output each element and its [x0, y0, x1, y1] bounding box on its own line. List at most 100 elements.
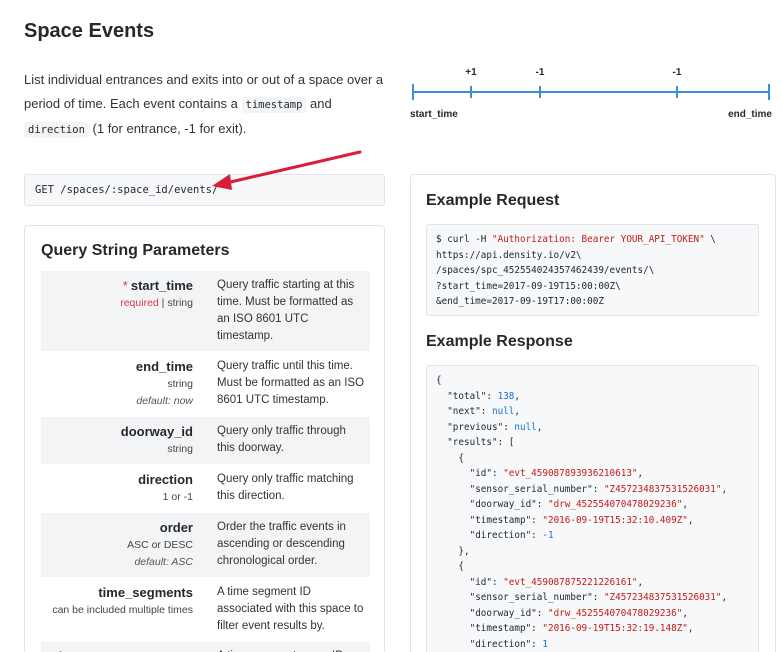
- param-info: time_segment_groups: [41, 642, 209, 652]
- param-name-text: start_time: [130, 278, 193, 293]
- json-key: "doorway_id": [469, 499, 537, 510]
- timeline-start-tick: [412, 84, 414, 100]
- json-key: "previous": [447, 421, 504, 433]
- json-null: null: [492, 406, 515, 417]
- param-info: * start_time required | string: [41, 271, 209, 351]
- timeline-end-label: end_time: [728, 109, 772, 120]
- param-type: string: [167, 297, 193, 309]
- annotation-arrow: [212, 150, 362, 190]
- param-name: doorway_id: [120, 424, 193, 439]
- query-params-card: Query String Parameters * start_time requ…: [24, 225, 385, 652]
- param-row-start-time: * start_time required | string Query traf…: [41, 271, 370, 352]
- param-description: Query only traffic matching this directi…: [217, 473, 354, 502]
- param-info: doorway_id string: [41, 417, 209, 464]
- json-key: "results": [447, 437, 498, 448]
- query-params-title: Query String Parameters: [41, 242, 230, 259]
- param-description: Order the traffic events in ascending or…: [217, 521, 346, 567]
- example-request-code: $ curl -H "Authorization: Bearer YOUR_AP…: [426, 224, 759, 316]
- json-null: null: [514, 421, 537, 433]
- page-title: Space Events: [24, 20, 155, 42]
- json-key: "sensor_serial_number": [469, 592, 593, 603]
- timeline-event-label: +1: [465, 67, 477, 78]
- intro-paragraph: List individual entrances and exits into…: [24, 68, 384, 142]
- param-required-label: required: [120, 297, 159, 309]
- code-line: &end_time=2017-09-19T17:00:00Z: [436, 296, 604, 307]
- param-info: time_segments can be included multiple t…: [41, 578, 209, 641]
- json-key: "doorway_id": [469, 607, 537, 619]
- json-number: 1: [542, 638, 548, 650]
- example-response-code: { "total": 138, "next": null, "previous"…: [426, 365, 759, 652]
- timeline-event-label: -1: [672, 67, 682, 78]
- json-number: 138: [497, 390, 515, 402]
- param-name: time_segment_groups: [49, 648, 193, 652]
- code-line: \: [704, 234, 716, 245]
- json-string: "Z457234837531526031": [603, 483, 722, 495]
- timeline-event-tick: [539, 86, 541, 98]
- param-description: Query traffic starting at this time. Mus…: [217, 279, 355, 342]
- param-name: order: [159, 520, 193, 535]
- param-description: A time segment ID associated with this s…: [217, 586, 364, 632]
- timeline-event-tick: [676, 86, 678, 98]
- json-number: -1: [542, 530, 554, 541]
- param-row-doorway-id: doorway_id string Query only traffic thr…: [41, 417, 370, 465]
- example-response-title: Example Response: [426, 333, 573, 350]
- intro-text-2: and: [306, 96, 332, 111]
- timeline-event-tick: [470, 86, 472, 98]
- json-key: "total": [447, 390, 487, 402]
- json-key: "timestamp": [469, 623, 532, 634]
- timeline-axis: [412, 91, 770, 93]
- code-string: "Authorization: Bearer YOUR_API_TOKEN": [491, 234, 705, 245]
- json-string: "evt_459087875221226161": [503, 576, 638, 588]
- param-name: * start_time: [49, 277, 193, 295]
- json-string: "Z457234837531526031": [603, 592, 722, 603]
- param-description: Query only traffic through this doorway.: [217, 425, 346, 454]
- param-name: direction: [138, 472, 193, 487]
- code-line: /spaces/spc_452554024357462439/events/\: [436, 265, 655, 276]
- param-default: default: ASC: [134, 556, 193, 568]
- intro-text-3: (1 for entrance, -1 for exit).: [88, 121, 247, 136]
- code-timestamp: timestamp: [241, 97, 307, 113]
- json-string: "drw_452554070478029236": [547, 499, 683, 510]
- timeline-start-label: start_time: [410, 109, 458, 120]
- code-line: https://api.density.io/v2\: [436, 249, 582, 261]
- param-row-order: order ASC or DESC default: ASC Order the…: [41, 513, 370, 578]
- param-info: order ASC or DESC default: ASC: [41, 513, 209, 577]
- examples-card: Example Request $ curl -H "Authorization…: [410, 174, 776, 652]
- json-string: "2016-09-19T15:32:19.148Z": [542, 623, 688, 634]
- param-type: string: [167, 378, 193, 390]
- arrow-shaft: [220, 150, 362, 186]
- param-description: A time segment group ID: [209, 642, 370, 652]
- param-name: end_time: [135, 359, 193, 374]
- code-line: ?start_time=2017-09-19T15:00:00Z\: [436, 280, 621, 292]
- query-params-table: * start_time required | string Query traf…: [41, 271, 370, 652]
- required-asterisk: *: [122, 278, 128, 293]
- param-type: ASC or DESC: [127, 539, 193, 551]
- json-key: "sensor_serial_number": [469, 483, 593, 495]
- param-type: string: [167, 443, 193, 455]
- code-line: $ curl -H: [436, 234, 492, 245]
- json-string: "evt_459087893936210613": [503, 468, 638, 479]
- json-key: "next": [447, 406, 481, 417]
- json-key: "direction": [469, 638, 532, 650]
- param-row-time-segment-groups: time_segment_groups A time segment group…: [41, 642, 370, 652]
- code-line: {: [436, 375, 442, 386]
- param-row-direction: direction 1 or -1 Query only traffic mat…: [41, 465, 370, 513]
- arrow-head: [212, 174, 232, 190]
- param-info: end_time string default: now: [41, 352, 209, 416]
- param-default: default: now: [136, 395, 193, 407]
- example-request-title: Example Request: [426, 192, 560, 209]
- param-meta: required | string: [49, 295, 193, 312]
- param-info: direction 1 or -1: [41, 465, 209, 512]
- json-key: "id": [469, 468, 492, 479]
- timeline-end-tick: [768, 84, 770, 100]
- json-string: "2016-09-19T15:32:10.409Z": [542, 514, 688, 526]
- param-description: Query traffic until this time. Must be f…: [217, 360, 365, 406]
- param-type: 1 or -1: [162, 491, 193, 503]
- param-row-time-segments: time_segments can be included multiple t…: [41, 578, 370, 642]
- param-type: can be included multiple times: [52, 604, 193, 616]
- json-string: "drw_452554070478029236": [547, 607, 683, 619]
- json-key: "timestamp": [469, 514, 532, 526]
- code-direction: direction: [24, 122, 89, 138]
- param-row-end-time: end_time string default: now Query traff…: [41, 352, 370, 417]
- timeline-event-label: -1: [535, 67, 545, 78]
